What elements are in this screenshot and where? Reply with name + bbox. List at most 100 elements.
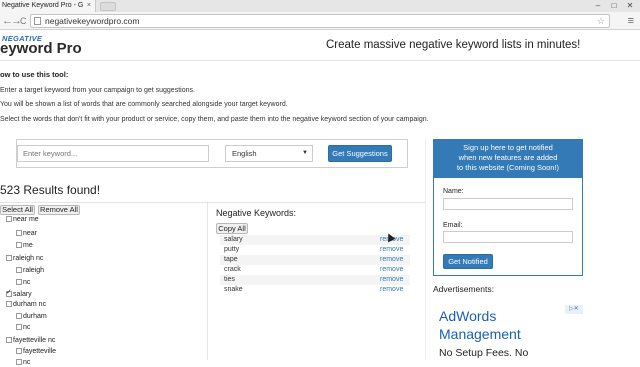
negative-keyword: crack xyxy=(224,266,241,273)
tree-checkbox[interactable] xyxy=(6,255,12,261)
language-value: English xyxy=(232,149,257,158)
remove-all-button[interactable]: Remove All xyxy=(38,205,80,215)
instruction-step: Enter a target keyword from your campaig… xyxy=(0,87,195,94)
negative-keyword-row: snake remove xyxy=(220,285,410,295)
tree-item[interactable]: fayetteville nc xyxy=(6,336,55,345)
column-divider xyxy=(425,139,426,360)
tree-item-label: near xyxy=(23,230,38,237)
tree-item[interactable]: nc xyxy=(16,278,30,287)
tree-item[interactable]: near xyxy=(16,229,37,238)
tree-checkbox[interactable] xyxy=(16,242,22,248)
copy-all-button[interactable]: Copy All xyxy=(216,223,248,234)
tree-item-label: fayetteville nc xyxy=(13,337,56,344)
instruction-step: You will be shown a list of words that a… xyxy=(0,101,288,108)
signup-header-line: Sign up here to get notified xyxy=(463,143,553,152)
tree-item-label: near me xyxy=(13,216,39,223)
ad-choices-icon[interactable]: ▷✕ xyxy=(565,305,583,314)
tree-item-label: nc xyxy=(23,324,31,331)
browser-tab-bar: Negative Keyword Pro - G × ‒ □ ✕ xyxy=(0,0,640,12)
tree-item-label: nc xyxy=(23,359,31,366)
window-close-icon[interactable]: ✕ xyxy=(622,0,638,12)
tree-item[interactable]: nc xyxy=(16,323,30,332)
url-text: negativekeywordpro.com xyxy=(45,16,140,26)
chevron-down-icon: ▼ xyxy=(302,150,308,156)
select-all-button[interactable]: Select All xyxy=(0,205,35,215)
email-label: Email: xyxy=(443,222,463,229)
site-header: NEGATIVE eyword Pro Create massive negat… xyxy=(0,31,640,61)
negative-keyword-row: tape remove xyxy=(220,255,410,265)
browser-menu-icon[interactable]: ≡ xyxy=(628,14,634,28)
signup-header-line: when new features are added xyxy=(458,153,558,162)
negative-keyword: putty xyxy=(224,246,240,253)
results-divider xyxy=(0,202,425,203)
tree-item-label: nc xyxy=(23,279,31,286)
tree-checkbox[interactable] xyxy=(16,348,22,354)
get-notified-button[interactable]: Get Notified xyxy=(443,254,493,269)
tree-item[interactable]: nc xyxy=(16,358,30,367)
tree-item[interactable]: durham nc xyxy=(6,300,46,309)
reload-icon[interactable]: C xyxy=(20,14,27,28)
maximize-icon[interactable]: □ xyxy=(606,0,622,12)
tree-checkbox[interactable] xyxy=(16,230,22,236)
tree-item-label: fayetteville xyxy=(23,348,57,355)
minimize-icon[interactable]: ‒ xyxy=(590,0,606,12)
tab-close-icon[interactable]: × xyxy=(87,0,91,12)
results-column-divider xyxy=(207,203,208,360)
ad-banner[interactable]: ▷✕ AdWords Management No Setup Fees. No xyxy=(433,305,583,360)
negative-keyword-row: ties remove xyxy=(220,275,410,285)
signup-box: Sign up here to get notified when new fe… xyxy=(433,139,583,276)
browser-tab[interactable]: Negative Keyword Pro - G × xyxy=(0,0,96,12)
remove-link[interactable]: remove xyxy=(380,255,403,265)
tree-checkbox[interactable] xyxy=(6,301,12,307)
remove-link[interactable]: remove xyxy=(380,285,403,295)
get-suggestions-button[interactable]: Get Suggestions xyxy=(328,145,392,162)
negative-keyword-row: putty remove xyxy=(220,245,410,255)
tree-checkbox[interactable] xyxy=(16,313,22,319)
signup-header: Sign up here to get notified when new fe… xyxy=(434,140,582,178)
tree-item-label: durham xyxy=(23,313,47,320)
tree-item-label: salary xyxy=(13,291,32,298)
advertisements-title: Advertisements: xyxy=(433,284,494,294)
signup-header-line: to this website (Coming Soon!) xyxy=(456,163,560,172)
tree-checkbox[interactable] xyxy=(6,216,12,222)
negative-keyword: snake xyxy=(224,286,243,293)
browser-toolbar: ← → C negativekeywordpro.com ☆ ≡ xyxy=(0,12,640,30)
remove-link[interactable]: remove xyxy=(380,265,403,275)
tree-checkbox[interactable] xyxy=(6,288,12,297)
tree-checkbox[interactable] xyxy=(16,279,22,285)
keyword-input[interactable] xyxy=(17,145,209,162)
language-select[interactable]: English ▼ xyxy=(225,145,313,162)
instruction-step: Select the words that don't fit with you… xyxy=(0,116,429,123)
ad-headline[interactable]: AdWords xyxy=(439,308,496,324)
tree-checkbox[interactable] xyxy=(16,324,22,330)
logo-keyword-text: eyword Pro xyxy=(0,40,82,57)
ad-headline-2[interactable]: Management xyxy=(439,326,521,342)
page-icon xyxy=(34,17,41,25)
tree-item[interactable]: salary xyxy=(6,288,32,299)
tree-item[interactable]: me xyxy=(16,241,33,250)
tab-title: Negative Keyword Pro - G xyxy=(2,2,84,9)
negative-keyword: salary xyxy=(224,236,243,243)
tree-item[interactable]: fayetteville xyxy=(16,347,56,356)
bookmark-star-icon[interactable]: ☆ xyxy=(597,15,605,27)
remove-link[interactable]: remove xyxy=(380,245,403,255)
tree-checkbox[interactable] xyxy=(16,267,22,273)
ad-body: No Setup Fees. No xyxy=(439,347,529,359)
name-field[interactable] xyxy=(443,198,573,210)
negative-keyword: ties xyxy=(224,276,235,283)
tree-checkbox[interactable] xyxy=(6,337,12,343)
tree-item[interactable]: durham xyxy=(16,312,47,321)
tree-item-label: me xyxy=(23,242,33,249)
results-count: 523 Results found! xyxy=(0,183,101,197)
tree-item[interactable]: raleigh nc xyxy=(6,254,43,263)
tree-item-label: durham nc xyxy=(13,301,47,308)
email-field[interactable] xyxy=(443,231,573,243)
tree-item[interactable]: raleigh xyxy=(16,266,44,275)
instructions-title: ow to use this tool: xyxy=(0,70,69,79)
tree-item[interactable]: near me xyxy=(6,215,39,224)
new-tab-button[interactable] xyxy=(100,2,116,11)
address-bar[interactable]: negativekeywordpro.com ☆ xyxy=(30,14,610,28)
site-logo[interactable]: NEGATIVE eyword Pro xyxy=(0,34,110,58)
remove-link[interactable]: remove xyxy=(380,275,403,285)
negative-keyword: tape xyxy=(224,256,238,263)
